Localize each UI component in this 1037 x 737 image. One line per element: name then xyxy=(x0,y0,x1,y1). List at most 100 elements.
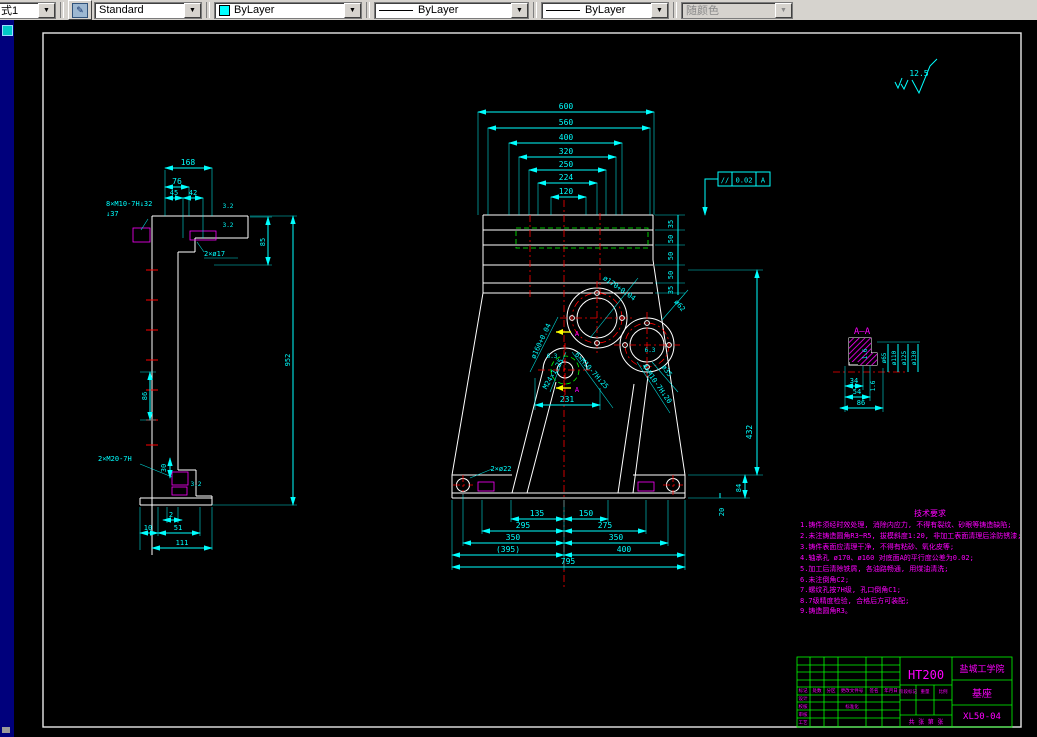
dim-text: 560 xyxy=(559,118,574,127)
dim-text: 150 xyxy=(579,509,594,518)
toolbar-separator xyxy=(206,2,210,18)
lineweight-swatch-icon xyxy=(546,9,580,11)
tb-header: 标记 xyxy=(799,687,808,694)
surface-finish-note: 12.5 xyxy=(894,58,938,95)
drawing-svg[interactable]: 600 560 400 320 250 224 120 // 0.02 A 35… xyxy=(0,20,1037,737)
note-line: 9.铸造圆角R3。 xyxy=(800,606,852,615)
dim-text: 34 xyxy=(850,377,858,385)
technical-notes: 技术要求 1.铸件须经时效处理, 消除内应力, 不得有裂纹、砂眼等铸造缺陷; 2… xyxy=(800,508,1021,615)
toolbar-separator xyxy=(366,2,370,18)
dim-text: 54 xyxy=(853,388,861,396)
chevron-down-icon[interactable]: ▼ xyxy=(651,2,668,18)
dim-style-combo[interactable]: 式1 ▼ xyxy=(0,1,56,19)
dim-text: ø130 xyxy=(911,350,918,365)
dim-text: 275 xyxy=(598,521,613,530)
note-line: 5.加工后清除铁屑, 各油路畅通, 用煤油清洗; xyxy=(800,564,949,573)
dim-text: 795 xyxy=(561,557,576,566)
note-line: 6.未注倒角C2; xyxy=(800,575,849,584)
tb-row-label: 审核 xyxy=(799,711,808,718)
dim-text: 35 xyxy=(667,286,675,294)
main-top-dimensions: 600 560 400 320 250 224 120 xyxy=(477,102,655,215)
chevron-down-icon[interactable]: ▼ xyxy=(184,2,201,18)
note-line: 1.铸件须经时效处理, 消除内应力, 不得有裂纹、砂眼等铸造缺陷; xyxy=(800,520,1012,529)
tb-header: 签名 xyxy=(870,687,879,694)
tb-header: 分区 xyxy=(827,687,836,694)
dim-text: 84 xyxy=(735,484,743,492)
title-block: 标记 处数 分区 更改文件号 签名 年月日 设计 校核 审核 工艺 标准化 阶段… xyxy=(796,656,1013,728)
text-style-icon: ✎ xyxy=(72,2,88,18)
tb-row-label: 工艺 xyxy=(799,720,808,726)
tb-row-label: 校核 xyxy=(799,703,808,710)
tb-header: 年月日 xyxy=(884,687,898,694)
dim-text: 85 xyxy=(259,238,267,246)
dim-text: 20 xyxy=(718,508,726,516)
tb-sheet-label: 共 张 第 张 xyxy=(909,718,944,726)
hole-callout: 2×ø22 xyxy=(490,465,511,473)
dim-text: 400 xyxy=(559,133,574,142)
dim-text: 231 xyxy=(560,395,575,404)
roughness-mark: 3.2 xyxy=(191,481,202,488)
dim-text: 320 xyxy=(559,147,574,156)
dim-text: (395) xyxy=(496,545,520,554)
thread-callout: 8×M10-7H↓32 xyxy=(106,200,152,208)
note-line: 7.螺纹孔按7H级, 孔口倒角C1; xyxy=(800,585,901,594)
notes-title: 技术要求 xyxy=(914,508,946,518)
tb-cell-label: 阶段标记 xyxy=(899,688,917,695)
dim-text: 350 xyxy=(506,533,521,542)
dim-text: 86 xyxy=(857,399,865,407)
dim-text: 350 xyxy=(609,533,624,542)
text-style-value: Standard xyxy=(99,4,144,16)
section-label: A xyxy=(575,330,580,338)
dim-text: 952 xyxy=(284,354,292,367)
tb-header: 处数 xyxy=(813,687,822,694)
lineweight-combo[interactable]: ByLayer ▼ xyxy=(541,1,669,19)
chevron-down-icon[interactable]: ▼ xyxy=(38,2,55,18)
dim-text: 86 xyxy=(141,392,149,400)
dim-text: 50 xyxy=(667,252,675,260)
color-swatch-icon xyxy=(219,4,230,16)
left-view-dimensions: 168 76 45 42 85 952 86 30 2 10 51 111 xyxy=(139,158,297,551)
text-style-button[interactable]: ✎ xyxy=(68,0,92,20)
dim-text: 35 xyxy=(667,220,675,228)
note-line: 2.未注铸造圆角R3~R5, 拔模斜度1:20, 非加工表面清理后涂防锈漆; xyxy=(800,531,1021,540)
dim-text: 50 xyxy=(667,271,675,279)
dia-callout: ø62 xyxy=(672,298,686,313)
left-view-labels: 8×M10-7H↓32 ↓37 2×ø17 2×M20-7H 3.2 3.2 3… xyxy=(98,200,238,488)
roughness-mark: 3.2 xyxy=(223,222,234,229)
toolbar: 式1 ▼ ✎ Standard ▼ ByLayer ▼ ByLayer ▼ By… xyxy=(0,0,1037,21)
dia-callout: ø35 xyxy=(660,363,674,378)
main-labels: 2×ø22 ø170+0.04 ø160+0.04 6×M10-7H↓25 4×… xyxy=(469,274,689,479)
dim-text: 168 xyxy=(181,158,196,167)
tb-cell-label: 比例 xyxy=(939,688,948,695)
color-value: ByLayer xyxy=(234,4,275,16)
main-bottom-dimensions: 135 150 295 275 350 350 (395) 400 795 xyxy=(451,492,686,570)
dim-text: 224 xyxy=(559,173,574,182)
chevron-down-icon[interactable]: ▼ xyxy=(511,2,528,18)
roughness-mark: 1.6 xyxy=(870,380,877,391)
tb-cell-label: 重量 xyxy=(921,688,930,695)
roughness-mark: 1.6 xyxy=(862,348,869,359)
tb-row-label: 设计 xyxy=(799,695,808,702)
roughness-mark: 6.3 xyxy=(547,353,558,360)
text-style-combo[interactable]: Standard ▼ xyxy=(94,1,202,19)
dim-text: 45 xyxy=(170,189,178,197)
dim-text: ø110 xyxy=(891,350,898,365)
linetype-combo[interactable]: ByLayer ▼ xyxy=(374,1,529,19)
gdt-symbol: // xyxy=(721,177,729,185)
company-label: 盐城工学院 xyxy=(959,663,1004,675)
roughness-mark: 6.3 xyxy=(645,347,656,354)
linetype-value: ByLayer xyxy=(418,4,459,16)
section-title: A—A xyxy=(854,327,871,337)
dim-text: 295 xyxy=(516,521,531,530)
plot-style-combo: 随颜色 ▼ xyxy=(681,1,793,19)
thread-callout: 2×M20-7H xyxy=(98,455,132,463)
color-combo[interactable]: ByLayer ▼ xyxy=(214,1,362,19)
chevron-down-icon[interactable]: ▼ xyxy=(344,2,361,18)
dim-text: 135 xyxy=(530,509,545,518)
dim-text: 120 xyxy=(559,187,574,196)
note-line: 8.7级精度检验, 合格后方可装配; xyxy=(800,596,909,605)
dim-text: 42 xyxy=(189,189,197,197)
thread-callout: 6×M10-7H↓25 xyxy=(573,351,610,391)
part-name: 基座 xyxy=(972,687,992,700)
roughness-mark: 3.2 xyxy=(223,203,234,210)
